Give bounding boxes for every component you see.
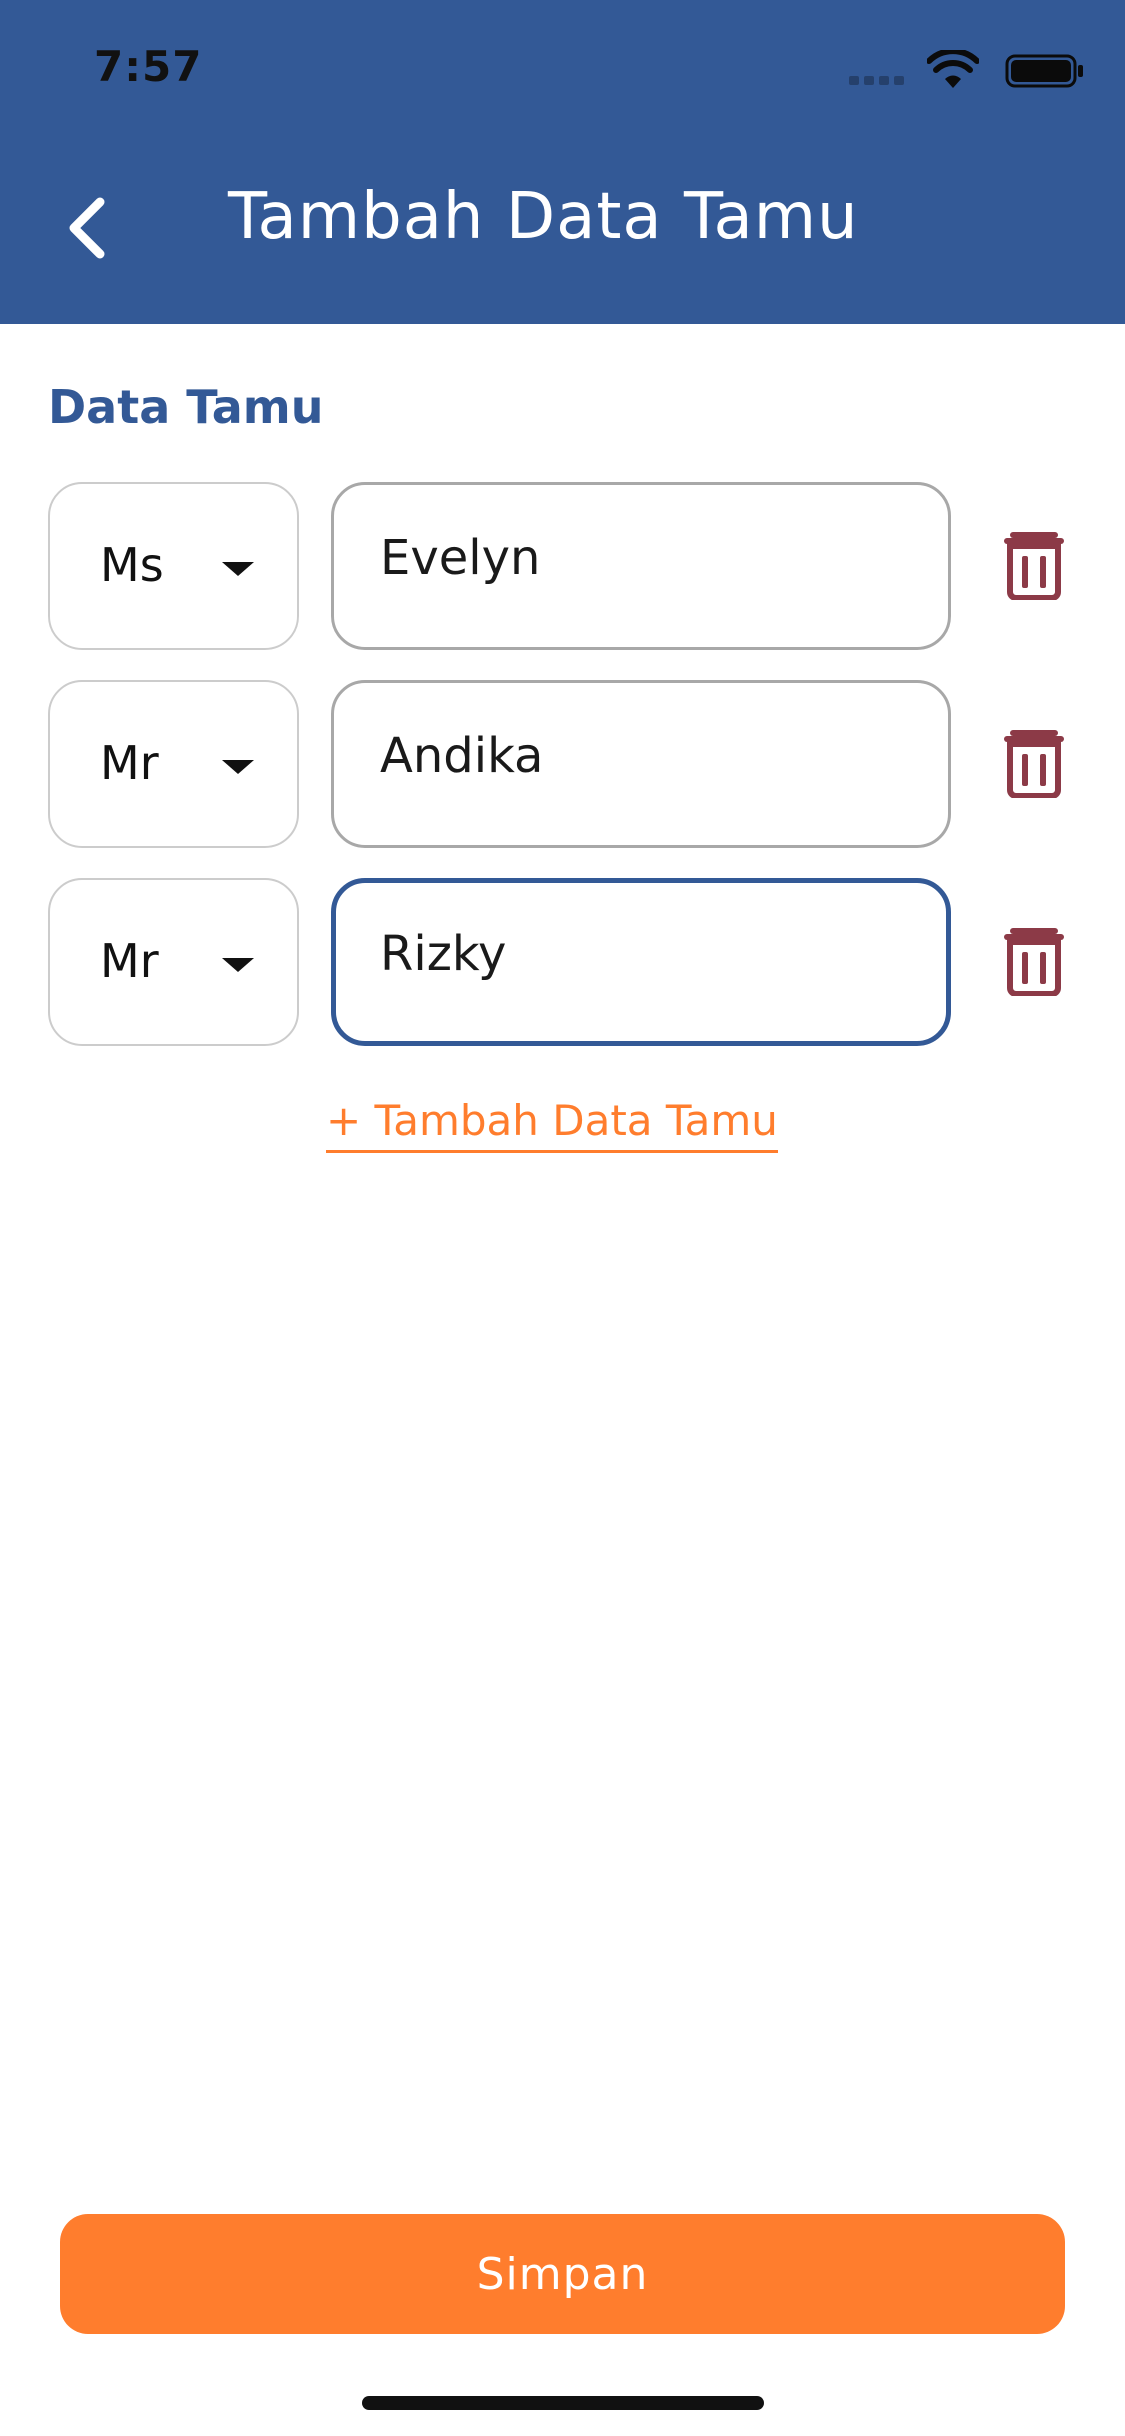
caret-down-icon xyxy=(222,958,254,972)
title-select-value: Mr xyxy=(100,934,159,988)
trash-icon xyxy=(1004,730,1064,799)
title-select[interactable]: Ms xyxy=(48,482,299,650)
page-title: Tambah Data Tamu xyxy=(228,180,859,254)
trash-icon xyxy=(1004,532,1064,601)
section-title: Data Tamu xyxy=(48,380,324,434)
trash-icon xyxy=(1004,928,1064,997)
caret-down-icon xyxy=(222,562,254,576)
delete-guest-button[interactable] xyxy=(1000,926,1068,997)
status-time: 7:57 xyxy=(94,42,203,91)
guest-row: Mr xyxy=(48,878,1088,1046)
delete-guest-button[interactable] xyxy=(1000,530,1068,601)
delete-guest-button[interactable] xyxy=(1000,728,1068,799)
add-guest-link[interactable]: + Tambah Data Tamu xyxy=(326,1096,778,1153)
caret-down-icon xyxy=(222,760,254,774)
guest-name-input[interactable] xyxy=(331,482,951,650)
title-select-value: Ms xyxy=(100,538,164,592)
back-button[interactable] xyxy=(56,186,126,270)
guest-row: Mr xyxy=(48,680,1088,848)
wifi-icon xyxy=(927,50,979,88)
guest-name-input[interactable] xyxy=(331,878,951,1046)
status-icons xyxy=(825,48,1085,92)
battery-icon xyxy=(1005,54,1083,88)
home-indicator xyxy=(362,2396,764,2410)
chevron-left-icon xyxy=(69,197,105,259)
save-button[interactable]: Simpan xyxy=(60,2214,1065,2334)
title-select[interactable]: Mr xyxy=(48,878,299,1046)
title-select[interactable]: Mr xyxy=(48,680,299,848)
title-select-value: Mr xyxy=(100,736,159,790)
signal-icon xyxy=(849,76,907,86)
guest-row: Ms xyxy=(48,482,1088,650)
screen: 7:57 Tambah Data Tamu Data Tamu Ms Evely… xyxy=(0,0,1125,2436)
guest-name-input[interactable] xyxy=(331,680,951,848)
app-header: 7:57 Tambah Data Tamu xyxy=(0,0,1125,324)
